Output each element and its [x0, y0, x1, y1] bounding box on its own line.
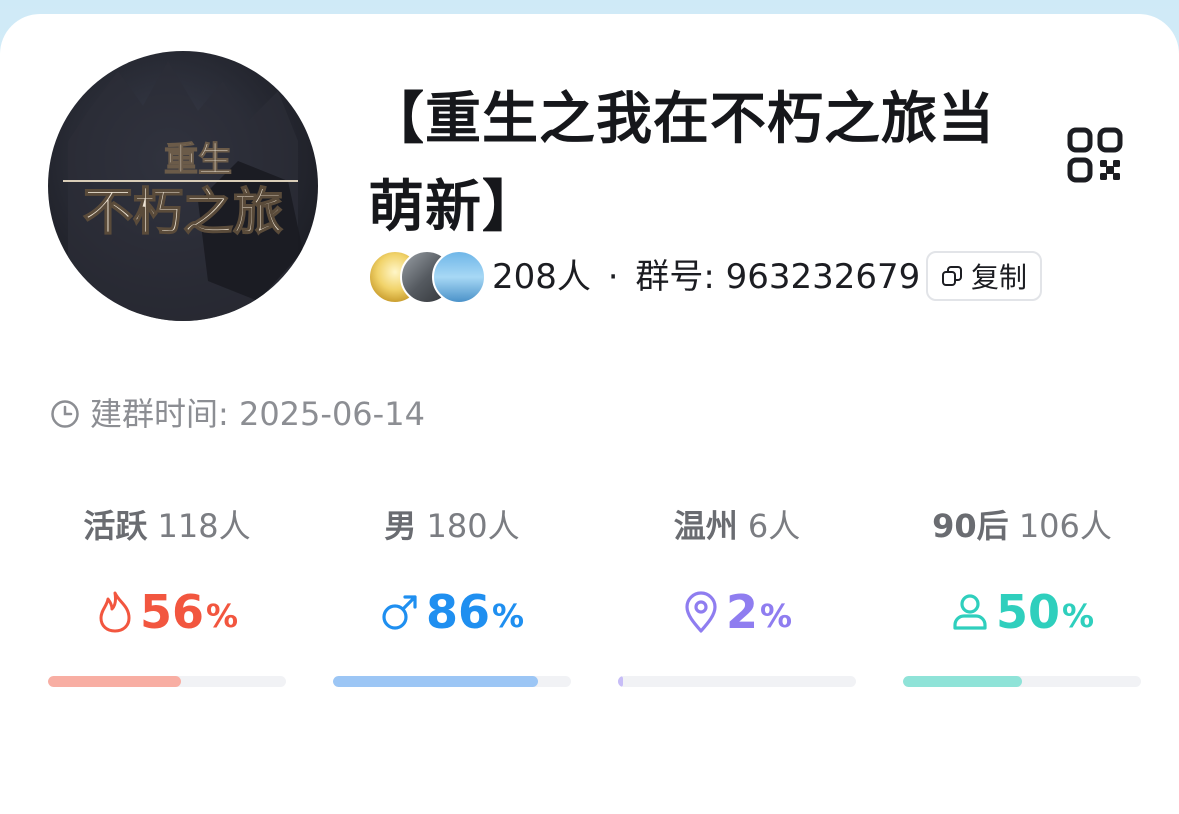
stat-percent-sign: %	[759, 597, 793, 635]
stat-title: 温州	[673, 507, 738, 545]
male-icon	[382, 595, 417, 630]
progress-track	[48, 676, 286, 687]
member-avatar[interactable]	[432, 250, 486, 304]
copy-button-label: 复制	[970, 261, 1027, 294]
qr-code-icon[interactable]	[1066, 126, 1124, 184]
member-info-row: 208人 · 群号: 963232679 复制	[368, 248, 1068, 306]
stat-percent: 56 %	[48, 582, 286, 642]
group-avatar-art: 重生 不朽之旅	[63, 61, 303, 321]
stat-count: 118人	[157, 507, 251, 545]
avatar-title-bottom: 不朽之旅	[83, 182, 283, 241]
stat-percent-value: 86	[425, 585, 490, 639]
progress-track	[333, 676, 571, 687]
progress-fill	[333, 676, 538, 687]
group-avatar[interactable]: 重生 不朽之旅	[48, 51, 318, 321]
progress-fill	[618, 676, 623, 687]
stat-title: 90后	[932, 507, 1009, 545]
group-number: 群号: 963232679	[635, 257, 921, 297]
person-icon	[953, 594, 987, 630]
stat-percent: 50 %	[903, 582, 1141, 642]
progress-track	[903, 676, 1141, 687]
flame-icon	[99, 591, 131, 633]
stat-percent-sign: %	[491, 597, 525, 635]
stat-percent: 86 %	[333, 582, 571, 642]
clock-icon	[51, 400, 79, 428]
stat-title: 男	[384, 507, 417, 545]
stat-percent-sign: %	[205, 597, 239, 635]
copy-button[interactable]: 复制	[926, 251, 1042, 301]
meta-separator: ·	[607, 257, 619, 297]
progress-fill	[903, 676, 1022, 687]
stat-label: 男 180人	[333, 496, 571, 556]
stat-count: 180人	[426, 507, 520, 545]
stat-percent-value: 56	[139, 585, 204, 639]
member-count: 208人	[492, 257, 591, 297]
group-name: 【重生之我在不朽之旅当萌新】	[368, 87, 995, 240]
location-pin-icon	[685, 591, 717, 633]
copy-icon	[941, 266, 962, 286]
progress-track	[618, 676, 856, 687]
group-meta: 208人 · 群号: 963232679	[492, 248, 920, 306]
stat-percent-sign: %	[1061, 597, 1095, 635]
stat-active: 活跃 118人 56 %	[48, 496, 286, 687]
stat-count: 106人	[1018, 507, 1112, 545]
stat-percent-value: 50	[995, 585, 1060, 639]
stat-age: 90后 106人 50 %	[903, 496, 1141, 687]
stat-percent: 2 %	[618, 582, 856, 642]
stat-percent-value: 2	[725, 585, 758, 639]
stat-title: 活跃	[83, 507, 148, 545]
stat-location: 温州 6人 2 %	[618, 496, 856, 687]
stat-label: 活跃 118人	[48, 496, 286, 556]
created-date-row: 建群时间: 2025-06-14	[50, 394, 425, 434]
group-info-card: 重生 不朽之旅 【重生之我在不朽之旅当萌新】 208人 · 群号: 963232…	[0, 14, 1179, 814]
stat-label: 温州 6人	[618, 496, 856, 556]
created-date: 建群时间: 2025-06-14	[90, 395, 425, 433]
avatar-title-top: 重生	[164, 140, 232, 180]
stat-male: 男 180人 86 %	[333, 496, 571, 687]
stat-count: 6人	[747, 507, 801, 545]
stat-label: 90后 106人	[903, 496, 1141, 556]
progress-fill	[48, 676, 182, 687]
